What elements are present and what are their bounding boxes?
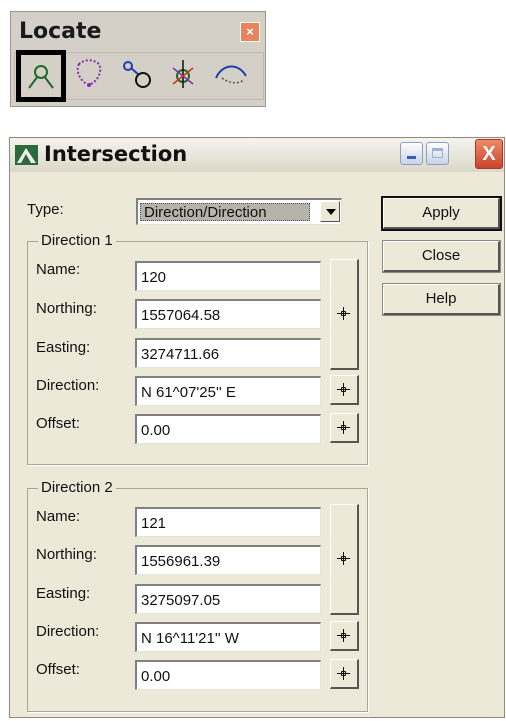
direction-1-direction-label: Direction:: [36, 377, 100, 394]
locate-arc-icon: [215, 65, 247, 84]
dialog-title-bar[interactable]: Intersection X: [10, 138, 504, 172]
type-label: Type:: [27, 201, 64, 218]
direction-2-easting-field[interactable]: 3275097.05: [135, 584, 321, 614]
locate-toolbar: Locate ×: [10, 11, 266, 107]
direction-2-name-field[interactable]: 121: [135, 507, 321, 537]
direction-2-name-label: Name:: [36, 508, 81, 525]
crosshair-icon: [337, 307, 350, 320]
direction-1-direction-locate-button[interactable]: [330, 375, 359, 405]
locate-toolbar-title: Locate: [19, 19, 102, 44]
close-window-button[interactable]: X: [475, 139, 503, 169]
crosshair-icon: [337, 382, 350, 396]
apply-button[interactable]: Apply: [381, 196, 502, 231]
selected-tool-highlight: [16, 50, 66, 102]
dialog-title: Intersection: [44, 142, 188, 166]
locate-point-projection-tool[interactable]: [161, 54, 205, 94]
chevron-down-icon[interactable]: [320, 201, 340, 222]
type-select[interactable]: Direction/Direction: [136, 198, 342, 225]
direction-2-northing-label: Northing:: [36, 546, 97, 563]
locate-arc-tool[interactable]: [208, 54, 252, 94]
direction-1-point-locate-button[interactable]: [330, 259, 359, 370]
locate-circle-tangent-tool[interactable]: [114, 54, 158, 94]
locate-circle-tangent-icon: [123, 61, 151, 88]
direction-2-easting-label: Easting:: [36, 585, 91, 602]
maximize-button[interactable]: [426, 142, 449, 165]
direction-1-easting-label: Easting:: [36, 339, 91, 356]
locate-curve-icon: [76, 59, 102, 87]
close-button[interactable]: Close: [382, 240, 501, 273]
help-button[interactable]: Help: [382, 283, 501, 316]
intersection-dialog: Intersection X Type: Direction/Direction…: [9, 137, 505, 718]
locate-point-projection-icon: [172, 60, 194, 88]
direction-1-northing-label: Northing:: [36, 300, 97, 317]
crosshair-icon: [337, 420, 350, 434]
direction-2-direction-field[interactable]: N 16^11'21'' W: [135, 622, 321, 652]
direction-2-point-locate-button[interactable]: [330, 504, 359, 615]
direction-1-offset-label: Offset:: [36, 415, 80, 432]
direction-1-direction-field[interactable]: N 61^07'25'' E: [135, 376, 321, 406]
minimize-icon: [407, 156, 416, 159]
direction-2-northing-field[interactable]: 1556961.39: [135, 545, 321, 575]
direction-2-group-title: Direction 2: [38, 479, 116, 496]
maximize-icon: [432, 148, 443, 158]
direction-2-direction-locate-button[interactable]: [330, 621, 359, 651]
direction-1-group-title: Direction 1: [38, 232, 116, 249]
direction-1-offset-locate-button[interactable]: [330, 413, 359, 443]
close-icon: X: [482, 143, 496, 165]
direction-1-northing-field[interactable]: 1557064.58: [135, 299, 321, 329]
locate-toolbar-close-button[interactable]: ×: [240, 22, 260, 42]
direction-1-name-field[interactable]: 120: [135, 261, 321, 291]
direction-2-direction-label: Direction:: [36, 623, 100, 640]
minimize-button[interactable]: [400, 142, 423, 165]
locate-curve-tool[interactable]: [67, 54, 111, 94]
type-select-value: Direction/Direction: [140, 203, 310, 221]
direction-2-offset-field[interactable]: 0.00: [135, 660, 321, 690]
direction-2-offset-locate-button[interactable]: [330, 659, 359, 689]
direction-1-easting-field[interactable]: 3274711.66: [135, 338, 321, 368]
direction-1-name-label: Name:: [36, 261, 81, 278]
crosshair-icon: [337, 628, 350, 642]
crosshair-icon: [337, 666, 350, 680]
direction-2-offset-label: Offset:: [36, 661, 80, 678]
direction-1-offset-field[interactable]: 0.00: [135, 414, 321, 444]
crosshair-icon: [337, 552, 350, 565]
intersection-app-icon: [15, 145, 38, 165]
